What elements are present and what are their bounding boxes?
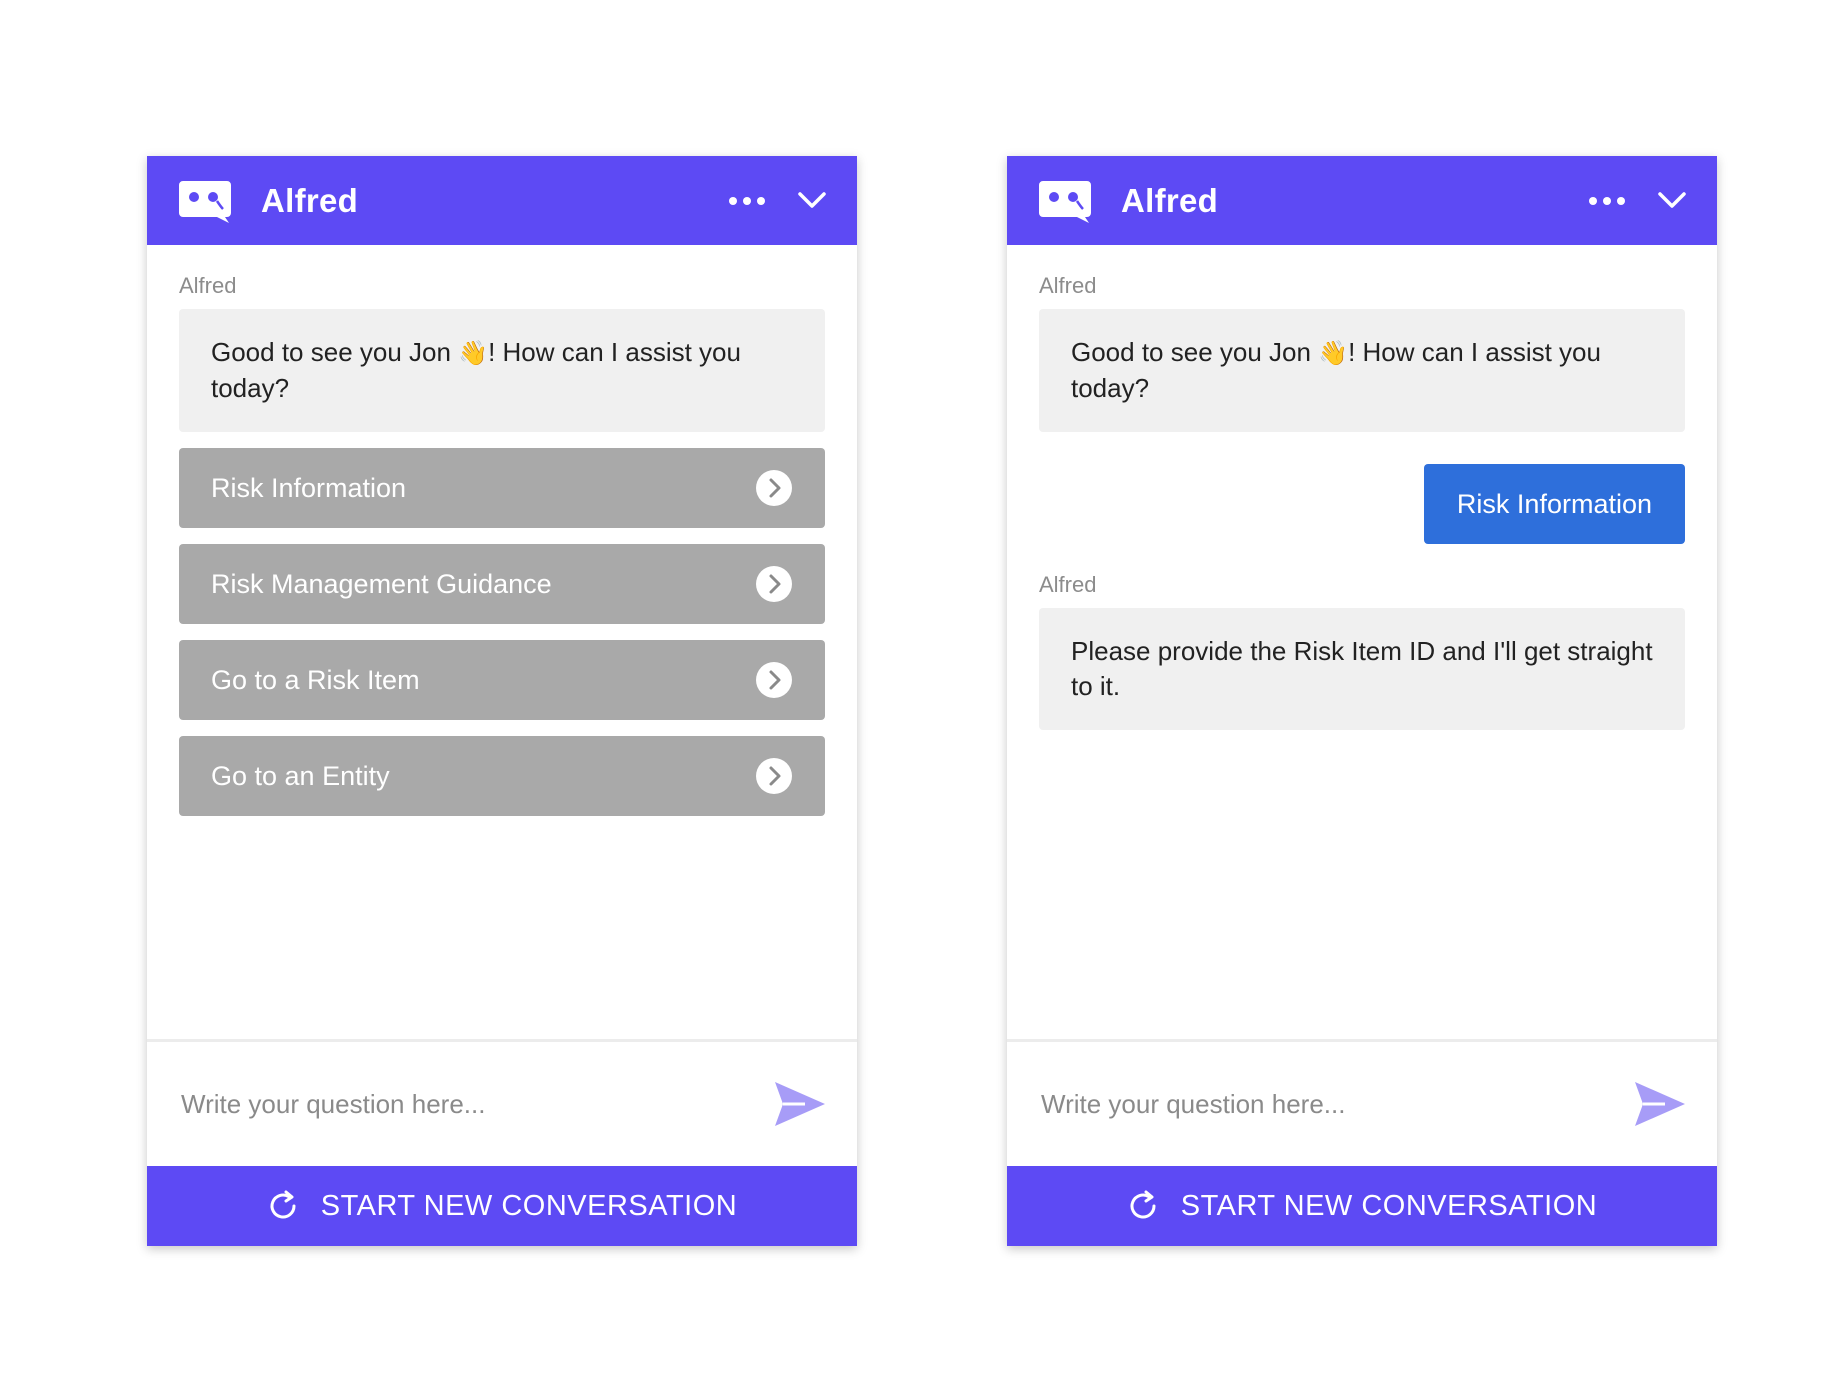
- bot-message: Good to see you Jon 👋! How can I assist …: [179, 309, 825, 432]
- sender-label: Alfred: [179, 273, 237, 298]
- send-icon[interactable]: [1635, 1082, 1685, 1126]
- waving-hand-emoji: 👋: [1318, 340, 1349, 367]
- user-message-row: Risk Information: [1039, 464, 1685, 544]
- bot-message: Please provide the Risk Item ID and I'll…: [1039, 608, 1685, 730]
- chat-widget-right: Alfred Alfred Good to see you Jon 👋! How…: [1007, 156, 1717, 1246]
- refresh-icon: [1130, 1190, 1156, 1219]
- chat-bot-icon: [1039, 181, 1091, 223]
- more-options-icon[interactable]: [727, 191, 767, 211]
- chevron-right-icon: [756, 470, 792, 506]
- message-composer: [1007, 1039, 1717, 1166]
- stage: Alfred Alfred Good to see you Jon 👋! How…: [0, 0, 1844, 1387]
- option-risk-management-guidance[interactable]: Risk Management Guidance: [179, 544, 825, 624]
- question-input[interactable]: [1039, 1087, 1603, 1121]
- chevron-right-icon: [756, 662, 792, 698]
- option-label: Risk Management Guidance: [211, 568, 552, 599]
- option-label: Risk Information: [211, 472, 407, 503]
- footer-label: START NEW CONVERSATION: [320, 1189, 738, 1222]
- greeting-text-start: Good to see you Jon: [211, 337, 451, 367]
- more-options-icon[interactable]: [1587, 191, 1627, 211]
- chat-bot-icon: [179, 181, 231, 223]
- option-label: Go to a Risk Item: [211, 664, 420, 695]
- chevron-down-icon[interactable]: [1657, 189, 1687, 211]
- chat-widget-left: Alfred Alfred Good to see you Jon 👋! How…: [147, 156, 857, 1246]
- chevron-right-icon: [756, 758, 792, 794]
- message-list: Alfred Good to see you Jon 👋! How can I …: [1007, 245, 1717, 1039]
- bot-message: Good to see you Jon 👋! How can I assist …: [1039, 309, 1685, 432]
- option-risk-information[interactable]: Risk Information: [179, 448, 825, 528]
- user-message: Risk Information: [1423, 464, 1685, 544]
- message-composer: [147, 1039, 857, 1166]
- question-input[interactable]: [179, 1087, 743, 1121]
- waving-hand-emoji: 👋: [458, 340, 489, 367]
- chevron-down-icon[interactable]: [797, 189, 827, 211]
- send-icon[interactable]: [775, 1082, 825, 1126]
- start-new-conversation-button[interactable]: START NEW CONVERSATION: [1007, 1166, 1717, 1246]
- chat-title: Alfred: [1121, 182, 1219, 219]
- start-new-conversation-button[interactable]: START NEW CONVERSATION: [147, 1166, 857, 1246]
- option-go-to-entity[interactable]: Go to an Entity: [179, 736, 825, 816]
- chevron-right-icon: [756, 566, 792, 602]
- sender-label: Alfred: [1039, 572, 1097, 597]
- chat-header: Alfred: [147, 156, 857, 245]
- message-list: Alfred Good to see you Jon 👋! How can I …: [147, 245, 857, 1039]
- greeting-text-start: Good to see you Jon: [1071, 337, 1311, 367]
- chat-header: Alfred: [1007, 156, 1717, 245]
- footer-label: START NEW CONVERSATION: [1180, 1189, 1598, 1222]
- option-go-to-risk-item[interactable]: Go to a Risk Item: [179, 640, 825, 720]
- sender-label: Alfred: [1039, 273, 1097, 298]
- option-label: Go to an Entity: [211, 760, 390, 791]
- refresh-icon: [270, 1190, 296, 1219]
- chat-title: Alfred: [261, 182, 359, 219]
